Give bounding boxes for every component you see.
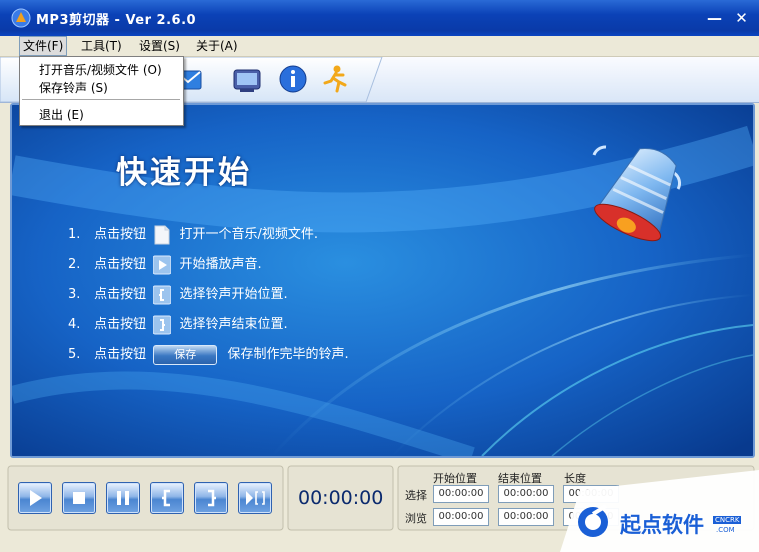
mark-end-icon xyxy=(153,315,172,334)
step-text: 保存制作完毕的铃声. xyxy=(227,347,349,362)
step-2: 2. 点击按钮 开始播放声音. xyxy=(68,254,262,276)
stop-icon xyxy=(73,492,85,504)
step-number: 4. xyxy=(68,317,81,332)
step-text: 选择铃声结束位置. xyxy=(179,317,288,332)
menu-item-save-ringtone[interactable]: 保存铃声 (S) xyxy=(39,79,108,96)
bell-icon xyxy=(592,145,682,242)
mark-start-icon xyxy=(153,285,172,304)
save-button-sample: 保存 xyxy=(153,344,218,365)
play-selection-button[interactable] xyxy=(238,482,272,514)
stop-button[interactable] xyxy=(62,482,96,514)
menu-settings[interactable]: 设置(S) xyxy=(136,37,183,55)
title-bar: MP3剪切器 - Ver 2.6.0 — ✕ xyxy=(0,0,759,36)
step-prefix: 点击按钮 xyxy=(94,287,147,302)
mark-start-button[interactable] xyxy=(150,482,184,514)
open-file-icon xyxy=(154,225,170,244)
play-icon xyxy=(30,490,42,506)
step-text: 选择铃声开始位置. xyxy=(179,287,288,302)
mark-start-icon xyxy=(162,489,170,507)
step-5: 5. 点击按钮 保存 保存制作完毕的铃声. xyxy=(68,344,349,366)
mark-end-button[interactable] xyxy=(194,482,228,514)
menu-item-exit[interactable]: 退出 (E) xyxy=(39,106,84,123)
browse-row-label: 浏览 xyxy=(405,512,427,525)
pause-icon xyxy=(117,491,129,505)
step-number: 1. xyxy=(68,227,81,242)
pause-button[interactable] xyxy=(106,482,140,514)
watermark-text: 起点软件 xyxy=(620,513,704,537)
step-prefix: 点击按钮 xyxy=(94,317,147,332)
step-number: 5. xyxy=(68,347,81,362)
runner-icon[interactable] xyxy=(319,63,351,95)
play-selection-icon xyxy=(246,491,265,505)
info-icon[interactable] xyxy=(277,63,309,95)
end-position-header: 结束位置 xyxy=(498,472,542,485)
play-button[interactable] xyxy=(18,482,52,514)
browse-end-field[interactable]: 00:00:00 xyxy=(498,508,554,526)
step-number: 2. xyxy=(68,257,81,272)
quick-start-panel: 快速开始 1. 点击按钮 打开一个音乐/视频文件. 2. 点击按钮 开始播放声音… xyxy=(10,103,755,458)
step-text: 开始播放声音. xyxy=(179,257,262,272)
app-icon xyxy=(11,8,31,28)
menu-tools[interactable]: 工具(T) xyxy=(78,37,125,55)
select-start-field[interactable]: 00:00:00 xyxy=(433,485,489,503)
step-prefix: 点击按钮 xyxy=(94,257,147,272)
step-prefix: 点击按钮 xyxy=(94,347,147,362)
time-display: 00:00:00 xyxy=(298,487,384,509)
close-button[interactable]: ✕ xyxy=(733,10,750,27)
step-number: 3. xyxy=(68,287,81,302)
window-title: MP3剪切器 - Ver 2.6.0 xyxy=(36,13,197,28)
menu-separator xyxy=(22,99,180,100)
start-position-header: 开始位置 xyxy=(433,472,477,485)
screen-icon[interactable] xyxy=(231,63,263,95)
browse-start-field[interactable]: 00:00:00 xyxy=(433,508,489,526)
menu-bar: 文件(F) 工具(T) 设置(S) 关于(A) xyxy=(0,36,759,57)
file-menu-dropdown: 打开音乐/视频文件 (O) 保存铃声 (S) 退出 (E) xyxy=(19,56,184,126)
step-3: 3. 点击按钮 选择铃声开始位置. xyxy=(68,284,288,306)
step-prefix: 点击按钮 xyxy=(94,227,147,242)
step-1: 1. 点击按钮 打开一个音乐/视频文件. xyxy=(68,224,318,246)
play-icon xyxy=(153,255,172,274)
menu-file[interactable]: 文件(F) xyxy=(19,36,68,56)
watermark-sub: CNCRK xyxy=(713,516,742,524)
mark-end-icon xyxy=(208,489,216,507)
minimize-button[interactable]: — xyxy=(706,10,723,27)
step-text: 打开一个音乐/视频文件. xyxy=(179,227,318,242)
quick-start-title: 快速开始 xyxy=(116,155,252,191)
watermark-sub2: .COM xyxy=(716,526,735,534)
menu-item-open-file[interactable]: 打开音乐/视频文件 (O) xyxy=(39,61,162,78)
select-row-label: 选择 xyxy=(405,489,427,502)
select-end-field[interactable]: 00:00:00 xyxy=(498,485,554,503)
step-4: 4. 点击按钮 选择铃声结束位置. xyxy=(68,314,288,336)
menu-about[interactable]: 关于(A) xyxy=(193,37,241,55)
